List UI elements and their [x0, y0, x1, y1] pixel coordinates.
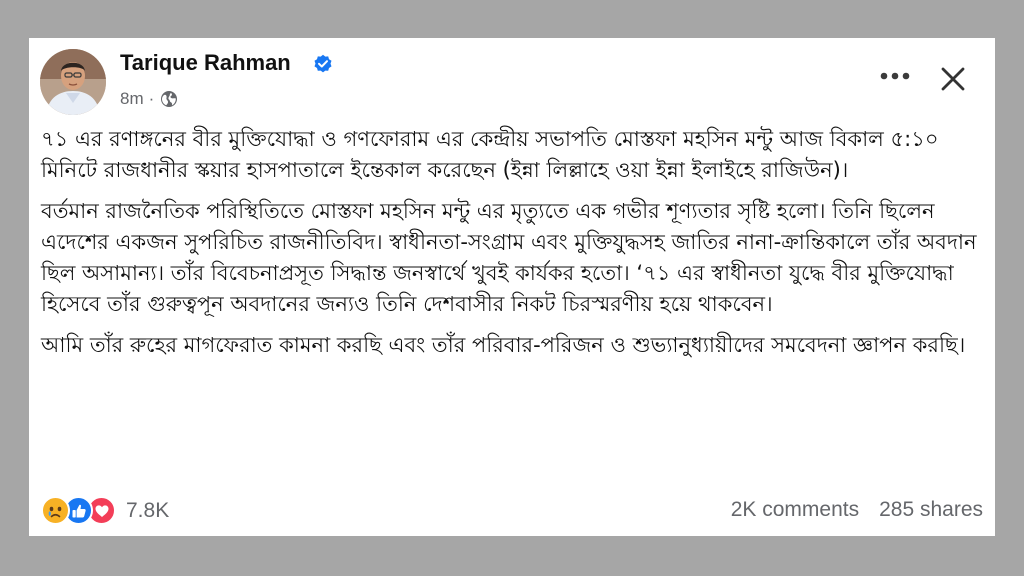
- author-name[interactable]: Tarique Rahman: [120, 50, 291, 76]
- sad-reaction-icon: [41, 496, 70, 525]
- post-meta: 8m ·: [120, 88, 178, 110]
- post-card: Tarique Rahman 8m · ৭১ এর রণাঙ্গনের বীর …: [29, 38, 995, 536]
- meta-separator: ·: [148, 89, 155, 108]
- globe-icon[interactable]: [160, 90, 178, 108]
- shares-count-link[interactable]: 285 shares: [879, 498, 983, 522]
- author-avatar[interactable]: [40, 49, 106, 115]
- close-button[interactable]: [936, 62, 970, 96]
- comments-count-link[interactable]: 2K comments: [731, 498, 859, 522]
- post-paragraph: আমি তাঁর রুহের মাগফেরাত কামনা করছি এবং ত…: [41, 333, 966, 357]
- engagement-stats: 2K comments 285 shares: [731, 498, 983, 522]
- post-paragraph: ৭১ এর রণাঙ্গনের বীর মুক্তিযোদ্ধা ও গণফোর…: [41, 127, 939, 182]
- close-icon: [941, 67, 965, 91]
- post-text: ৭১ এর রণাঙ্গনের বীর মুক্তিযোদ্ধা ও গণফোর…: [41, 124, 981, 371]
- verified-badge-icon: [313, 54, 333, 74]
- post-time[interactable]: 8m: [120, 89, 144, 109]
- post-paragraph: বর্তমান রাজনৈতিক পরিস্থিতিতে মোস্তফা মহস…: [41, 199, 977, 316]
- more-options-button[interactable]: [877, 62, 913, 90]
- reaction-count: 7.8K: [126, 498, 170, 522]
- more-options-icon: [880, 72, 910, 80]
- reactions-summary[interactable]: 7.8K: [41, 496, 169, 525]
